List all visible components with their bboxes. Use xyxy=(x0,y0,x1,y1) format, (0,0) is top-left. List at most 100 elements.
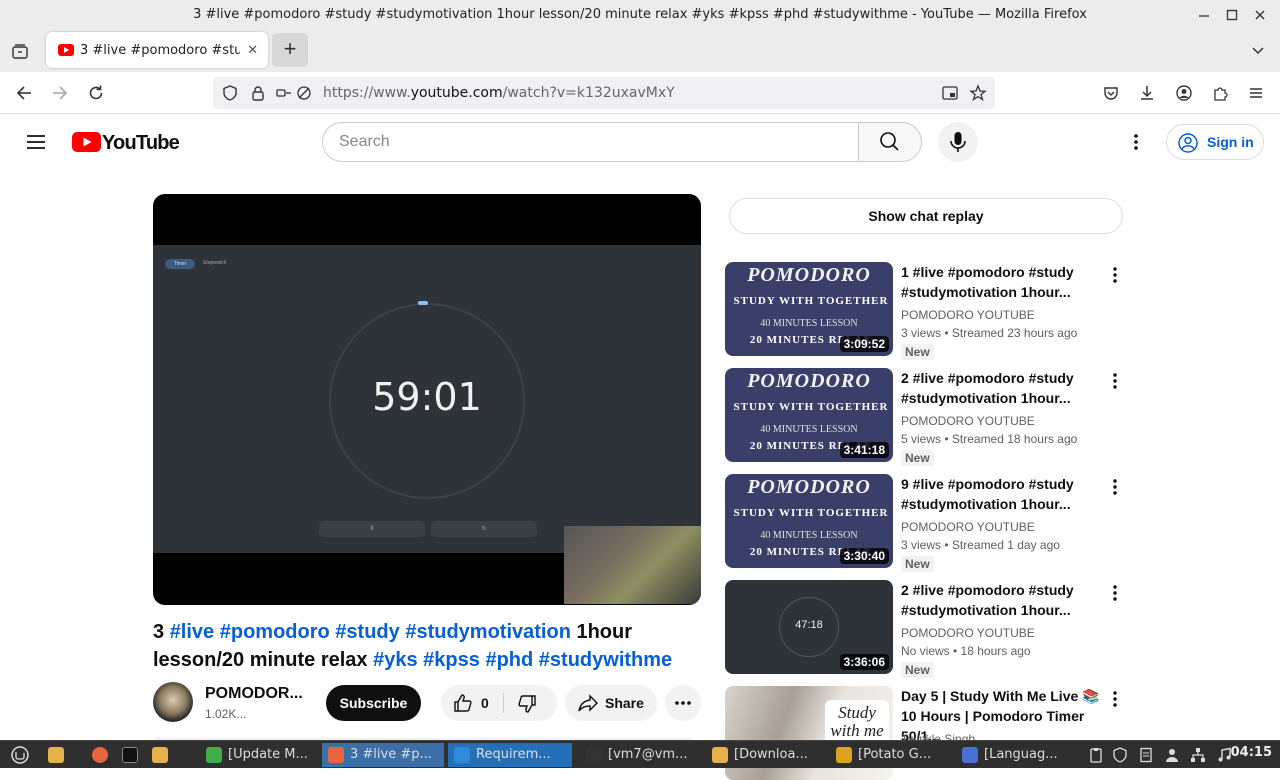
recommended-video[interactable]: 47:18 3:36:06 2 #live #pomodoro #study #st… xyxy=(725,580,1125,678)
document-tray-icon[interactable] xyxy=(1138,747,1154,763)
thumb-line: STUDY WITH TOGETHER xyxy=(733,295,889,307)
recommended-channel[interactable]: POMODORO YOUTUBE xyxy=(901,308,1035,322)
more-vertical-icon[interactable] xyxy=(1109,266,1121,284)
picture-in-picture-icon[interactable] xyxy=(941,84,959,102)
clipboard-icon[interactable] xyxy=(1088,747,1104,763)
files-launcher[interactable] xyxy=(146,743,174,767)
hashtag-link[interactable]: #yks xyxy=(373,649,418,671)
hashtag-link[interactable]: #kpss xyxy=(423,649,480,671)
subscribe-button[interactable]: Subscribe xyxy=(326,685,421,721)
show-chat-replay-button[interactable]: Show chat replay xyxy=(729,198,1123,234)
channel-name[interactable]: POMODOR... xyxy=(205,685,303,703)
back-arrow-icon[interactable] xyxy=(15,84,33,102)
shield-icon[interactable] xyxy=(221,84,239,102)
new-tab-button[interactable]: + xyxy=(272,33,308,67)
taskbar-window-button[interactable]: 3 #live #p... xyxy=(322,743,444,767)
hashtag-link[interactable]: #studymotivation xyxy=(405,621,571,643)
duration-badge: 3:30:40 xyxy=(839,548,889,564)
clock: 04:15 xyxy=(1230,745,1272,760)
taskbar-window-button[interactable]: Requirem... xyxy=(448,743,572,767)
url-text[interactable]: https://www.youtube.com/watch?v=k132uxav… xyxy=(323,85,675,101)
title-text: 3 xyxy=(153,621,170,643)
recommended-video[interactable]: POMODORO STUDY WITH TOGETHER 40 MINUTES LE… xyxy=(725,368,1125,466)
downloads-icon[interactable] xyxy=(1138,84,1156,102)
sign-in-button[interactable]: Sign in xyxy=(1166,124,1264,160)
start-menu-button[interactable] xyxy=(4,743,40,767)
user-tray-icon[interactable] xyxy=(1164,747,1180,763)
new-badge: New xyxy=(901,556,934,572)
search-button[interactable] xyxy=(858,122,922,162)
hamburger-menu-icon[interactable] xyxy=(26,133,46,151)
app-icon xyxy=(206,746,222,763)
recommended-title[interactable]: 2 #live #pomodoro #study #studymotivatio… xyxy=(901,368,1101,408)
recommended-video[interactable]: POMODORO STUDY WITH TOGETHER 40 MINUTES LE… xyxy=(725,262,1125,360)
forward-arrow-icon[interactable] xyxy=(51,84,69,102)
extensions-icon[interactable] xyxy=(1211,84,1229,102)
recommended-channel[interactable]: POMODORO YOUTUBE xyxy=(901,626,1035,640)
minimize-icon[interactable] xyxy=(1196,7,1212,23)
search-icon xyxy=(880,132,899,151)
thumbs-up-icon[interactable] xyxy=(453,693,473,713)
webcam-overlay xyxy=(564,526,701,604)
more-vertical-icon[interactable] xyxy=(1109,478,1121,496)
hashtag-link[interactable]: #pomodoro xyxy=(220,621,330,643)
terminal-launcher[interactable] xyxy=(116,743,144,767)
recommended-video[interactable]: POMODORO STUDY WITH TOGETHER 40 MINUTES LE… xyxy=(725,474,1125,572)
chevron-down-icon[interactable] xyxy=(1250,42,1266,58)
youtube-logo[interactable]: YouTube xyxy=(72,132,180,154)
thumbs-down-icon[interactable] xyxy=(517,694,537,714)
recommended-title[interactable]: 2 #live #pomodoro #study #studymotivatio… xyxy=(901,580,1101,620)
tracking-blocked-icon[interactable] xyxy=(295,84,313,102)
file-manager-launcher[interactable] xyxy=(42,743,70,767)
voice-search-button[interactable] xyxy=(938,122,978,162)
more-actions-button[interactable] xyxy=(665,685,701,721)
shield-tray-icon[interactable] xyxy=(1112,747,1128,763)
recommended-meta: No views • 18 hours ago xyxy=(901,644,1031,658)
hashtag-link[interactable]: #live xyxy=(170,621,214,643)
thumb-line: STUDY WITH TOGETHER xyxy=(733,507,889,519)
hashtag-link[interactable]: #studywithme xyxy=(539,649,672,671)
more-vertical-icon[interactable] xyxy=(1109,584,1121,602)
more-vertical-icon[interactable] xyxy=(1109,372,1121,390)
channel-avatar[interactable] xyxy=(153,682,193,722)
settings-more-icon[interactable] xyxy=(1128,132,1144,152)
video-thumbnail[interactable]: POMODORO STUDY WITH TOGETHER 40 MINUTES LE… xyxy=(725,368,893,462)
video-thumbnail[interactable]: POMODORO STUDY WITH TOGETHER 40 MINUTES LE… xyxy=(725,262,893,356)
taskbar-window-button[interactable]: [Update M... xyxy=(200,743,318,767)
more-vertical-icon[interactable] xyxy=(1109,690,1121,708)
video-thumbnail[interactable]: POMODORO STUDY WITH TOGETHER 40 MINUTES LE… xyxy=(725,474,893,568)
video-player[interactable]: Timer Stopwatch 59:01 II ↻ xyxy=(153,194,701,605)
maximize-icon[interactable] xyxy=(1224,7,1240,23)
lock-icon[interactable] xyxy=(249,84,267,102)
network-icon[interactable] xyxy=(1190,747,1206,763)
recommended-channel[interactable]: POMODORO YOUTUBE xyxy=(901,520,1035,534)
search-input[interactable]: Search xyxy=(322,122,859,162)
taskbar-window-button[interactable]: [Potato G... xyxy=(830,743,950,767)
url-bar[interactable]: https://www.youtube.com/watch?v=k132uxav… xyxy=(213,77,995,109)
music-note-icon[interactable] xyxy=(1216,747,1232,763)
taskbar-window-button[interactable]: [Languag... xyxy=(956,743,1068,767)
taskbar-window-button[interactable]: [Downloa... xyxy=(706,743,824,767)
reload-icon[interactable] xyxy=(87,84,105,102)
firefox-launcher[interactable] xyxy=(86,743,114,767)
video-thumbnail[interactable]: 47:18 3:36:06 xyxy=(725,580,893,674)
hashtag-link[interactable]: #phd xyxy=(485,649,533,671)
bookmark-star-icon[interactable] xyxy=(969,84,987,102)
hashtag-link[interactable]: #study xyxy=(335,621,399,643)
close-tab-icon[interactable]: ✕ xyxy=(247,42,258,58)
close-window-icon[interactable] xyxy=(1252,7,1268,23)
tab-groups-icon[interactable] xyxy=(11,42,29,60)
pocket-icon[interactable] xyxy=(1102,84,1120,102)
youtube-play-logo-icon xyxy=(72,132,101,152)
recommended-title[interactable]: 1 #live #pomodoro #study #studymotivatio… xyxy=(901,262,1101,302)
folder-icon xyxy=(48,746,64,763)
tab-youtube-video[interactable]: 3 #live #pomodoro #study ✕ xyxy=(46,32,268,68)
taskbar-window-button[interactable]: [vm7@vm... xyxy=(580,743,700,767)
recommended-title[interactable]: 9 #live #pomodoro #study #studymotivatio… xyxy=(901,474,1101,514)
permissions-icon[interactable] xyxy=(275,84,293,102)
recommended-channel[interactable]: POMODORO YOUTUBE xyxy=(901,414,1035,428)
app-menu-icon[interactable] xyxy=(1247,84,1265,102)
account-icon[interactable] xyxy=(1175,84,1193,102)
share-button[interactable]: Share xyxy=(565,685,657,721)
video-frame: Timer Stopwatch 59:01 II ↻ xyxy=(153,245,701,604)
